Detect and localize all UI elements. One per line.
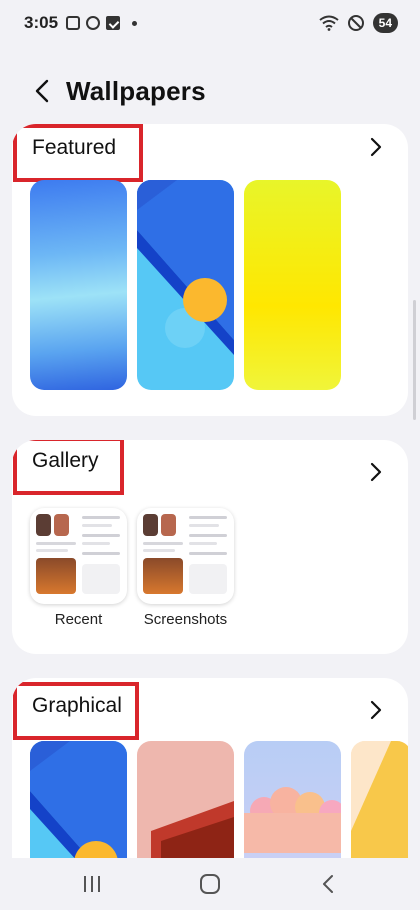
system-navigation-bar (0, 858, 420, 910)
chevron-right-icon (370, 700, 382, 720)
graphical-wallpaper-3[interactable] (244, 741, 341, 858)
security-icon (86, 16, 101, 30)
album-screenshots-thumbnail (137, 508, 234, 604)
recents-button[interactable] (62, 864, 122, 904)
album-screenshots[interactable]: Screenshots (137, 508, 234, 628)
graphical-thumbnails (30, 741, 408, 858)
album-recent-label: Recent (54, 611, 103, 628)
home-button[interactable] (180, 864, 240, 904)
more-notifications-icon (132, 20, 138, 26)
gallery-more-button[interactable] (362, 458, 390, 486)
back-icon (323, 875, 333, 893)
gallery-albums: Recent Screenshots (30, 508, 234, 628)
status-notification-icons (66, 16, 138, 30)
home-icon (200, 874, 220, 894)
gallery-section: Gallery Recent Screenshots (12, 440, 408, 654)
abstract-wallpaper-image (137, 741, 234, 858)
status-bar: 3:05 54 (0, 0, 420, 46)
featured-header: Featured (12, 124, 408, 186)
album-screenshots-label: Screenshots (143, 611, 228, 628)
gallery-title[interactable]: Gallery (13, 440, 124, 495)
battery-indicator: 54 (372, 13, 398, 33)
task-check-icon (106, 16, 121, 30)
status-time: 3:05 (24, 13, 59, 32)
chevron-right-icon (370, 462, 382, 482)
album-recent-thumbnail (30, 508, 127, 604)
page-title: Wallpapers (66, 75, 206, 106)
featured-more-button[interactable] (362, 133, 390, 161)
graphical-wallpaper-4[interactable] (351, 741, 408, 858)
recents-icon (84, 876, 100, 892)
chevron-right-icon (370, 137, 382, 157)
featured-wallpaper-1[interactable] (30, 180, 127, 390)
screenshot-icon (66, 16, 81, 30)
graphical-wallpaper-1[interactable] (30, 741, 127, 858)
graphical-section: Graphical (12, 678, 408, 858)
chevron-left-icon (35, 79, 49, 103)
wifi-icon (319, 15, 339, 31)
graphical-title[interactable]: Graphical (13, 682, 139, 740)
featured-section: Featured (12, 124, 408, 416)
partial-wallpaper-image (351, 741, 408, 858)
do-not-disturb-icon (347, 15, 364, 31)
graphical-wallpaper-2[interactable] (137, 741, 234, 858)
gallery-header: Gallery (12, 440, 408, 502)
back-button[interactable] (22, 71, 62, 111)
featured-title[interactable]: Featured (13, 124, 143, 182)
featured-thumbnails (30, 180, 341, 390)
graphical-header: Graphical (12, 678, 408, 740)
geometric-wallpaper-image (30, 741, 127, 858)
album-recent[interactable]: Recent (30, 508, 127, 628)
featured-wallpaper-2[interactable] (137, 180, 234, 390)
featured-wallpaper-3[interactable] (244, 180, 341, 390)
status-right-icons: 54 (319, 13, 398, 33)
back-nav-button[interactable] (298, 864, 358, 904)
app-header: Wallpapers (0, 66, 420, 116)
geometric-wallpaper-image (137, 180, 234, 390)
scrollbar[interactable] (413, 300, 416, 420)
clouds-wallpaper-image (244, 741, 341, 858)
graphical-more-button[interactable] (362, 696, 390, 724)
